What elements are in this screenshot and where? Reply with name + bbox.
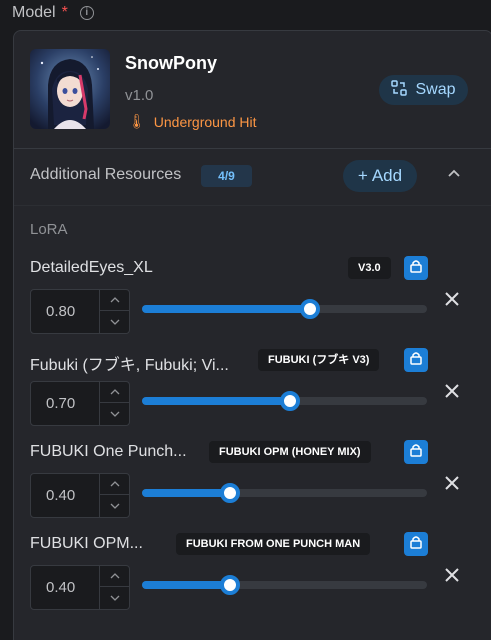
increment-button[interactable] xyxy=(100,474,129,495)
decrement-button[interactable] xyxy=(100,495,129,516)
chevron-up-icon[interactable] xyxy=(447,165,461,183)
strength-slider[interactable] xyxy=(142,483,427,503)
strength-stepper[interactable]: 0.40 xyxy=(30,473,130,518)
lock-icon xyxy=(409,351,423,370)
model-card: SnowPony v1.0 🌡 Underground Hit Swap Add… xyxy=(13,30,491,640)
lora-name[interactable]: FUBUKI One Punch... xyxy=(30,443,187,461)
lock-button[interactable] xyxy=(404,440,428,464)
decrement-button[interactable] xyxy=(100,587,129,608)
stepper-controls xyxy=(99,566,129,609)
lora-version-badge: FUBUKI FROM ONE PUNCH MAN xyxy=(176,533,371,555)
add-label: Add xyxy=(371,166,403,185)
model-thumbnail[interactable] xyxy=(30,49,110,129)
decrement-button[interactable] xyxy=(100,311,129,332)
strength-slider[interactable] xyxy=(142,575,427,595)
model-name[interactable]: SnowPony xyxy=(125,53,217,74)
close-icon[interactable] xyxy=(444,563,460,589)
lora-version-badge: V3.0 xyxy=(348,257,391,279)
stepper-controls xyxy=(99,382,129,425)
lora-name[interactable]: DetailedEyes_XL xyxy=(30,259,153,277)
close-icon[interactable] xyxy=(444,379,460,405)
additional-resources-header[interactable]: Additional Resources 4/9 + Add xyxy=(14,148,491,206)
thermometer-icon: 🌡 xyxy=(128,113,146,129)
increment-button[interactable] xyxy=(100,290,129,311)
slider-fill xyxy=(142,397,291,405)
stepper-controls xyxy=(99,474,129,517)
lora-section-heading: LoRA xyxy=(30,221,68,238)
lora-name[interactable]: FUBUKI OPM... xyxy=(30,535,143,553)
slider-fill xyxy=(142,581,231,589)
decrement-button[interactable] xyxy=(100,403,129,424)
resource-count-badge: 4/9 xyxy=(201,165,252,187)
lora-item: FUBUKI OPM... FUBUKI FROM ONE PUNCH MAN … xyxy=(30,532,480,625)
required-mark: * xyxy=(61,4,68,21)
lock-icon xyxy=(409,443,423,462)
strength-value[interactable]: 0.40 xyxy=(46,579,75,596)
model-field-header: Model * i xyxy=(12,2,94,24)
lora-name[interactable]: Fubuki (フブキ, Fubuki; Vi... xyxy=(30,351,229,375)
swap-label: Swap xyxy=(415,81,456,98)
lora-version-badge: FUBUKI OPM (HONEY MIX) xyxy=(209,441,371,463)
strength-stepper[interactable]: 0.40 xyxy=(30,565,130,610)
lora-version-badge: FUBUKI (フブキ V3) xyxy=(258,349,380,371)
stepper-controls xyxy=(99,290,129,333)
info-icon[interactable]: i xyxy=(79,6,94,20)
slider-thumb[interactable] xyxy=(220,483,241,503)
lora-item: DetailedEyes_XL V3.0 0.80 xyxy=(30,256,480,349)
swap-icon xyxy=(391,79,408,101)
lora-item: FUBUKI One Punch... FUBUKI OPM (HONEY MI… xyxy=(30,440,480,533)
strength-value[interactable]: 0.70 xyxy=(46,395,75,412)
creator-link[interactable]: 🌡 Underground Hit xyxy=(128,113,257,130)
add-resource-button[interactable]: + Add xyxy=(343,160,417,192)
creator-name: Underground Hit xyxy=(153,113,257,130)
strength-value[interactable]: 0.40 xyxy=(46,487,75,504)
lock-button[interactable] xyxy=(404,348,428,372)
increment-button[interactable] xyxy=(100,382,129,403)
strength-stepper[interactable]: 0.70 xyxy=(30,381,130,426)
close-icon[interactable] xyxy=(444,471,460,497)
slider-thumb[interactable] xyxy=(220,575,241,595)
lock-icon xyxy=(409,535,423,554)
strength-stepper[interactable]: 0.80 xyxy=(30,289,130,334)
lock-icon xyxy=(409,259,423,278)
strength-slider[interactable] xyxy=(142,299,427,319)
lock-button[interactable] xyxy=(404,532,428,556)
lora-item: Fubuki (フブキ, Fubuki; Vi... FUBUKI (フブキ V… xyxy=(30,348,480,441)
slider-fill xyxy=(142,489,231,497)
model-version: v1.0 xyxy=(125,87,154,104)
slider-thumb[interactable] xyxy=(280,391,301,411)
model-label: Model xyxy=(12,4,56,21)
plus-icon: + xyxy=(357,166,368,185)
close-icon[interactable] xyxy=(444,287,460,313)
strength-value[interactable]: 0.80 xyxy=(46,303,75,320)
slider-fill xyxy=(142,305,311,313)
strength-slider[interactable] xyxy=(142,391,427,411)
lock-button[interactable] xyxy=(404,256,428,280)
swap-button[interactable]: Swap xyxy=(379,75,468,105)
additional-resources-title: Additional Resources xyxy=(30,166,182,183)
slider-thumb[interactable] xyxy=(300,299,321,319)
increment-button[interactable] xyxy=(100,566,129,587)
